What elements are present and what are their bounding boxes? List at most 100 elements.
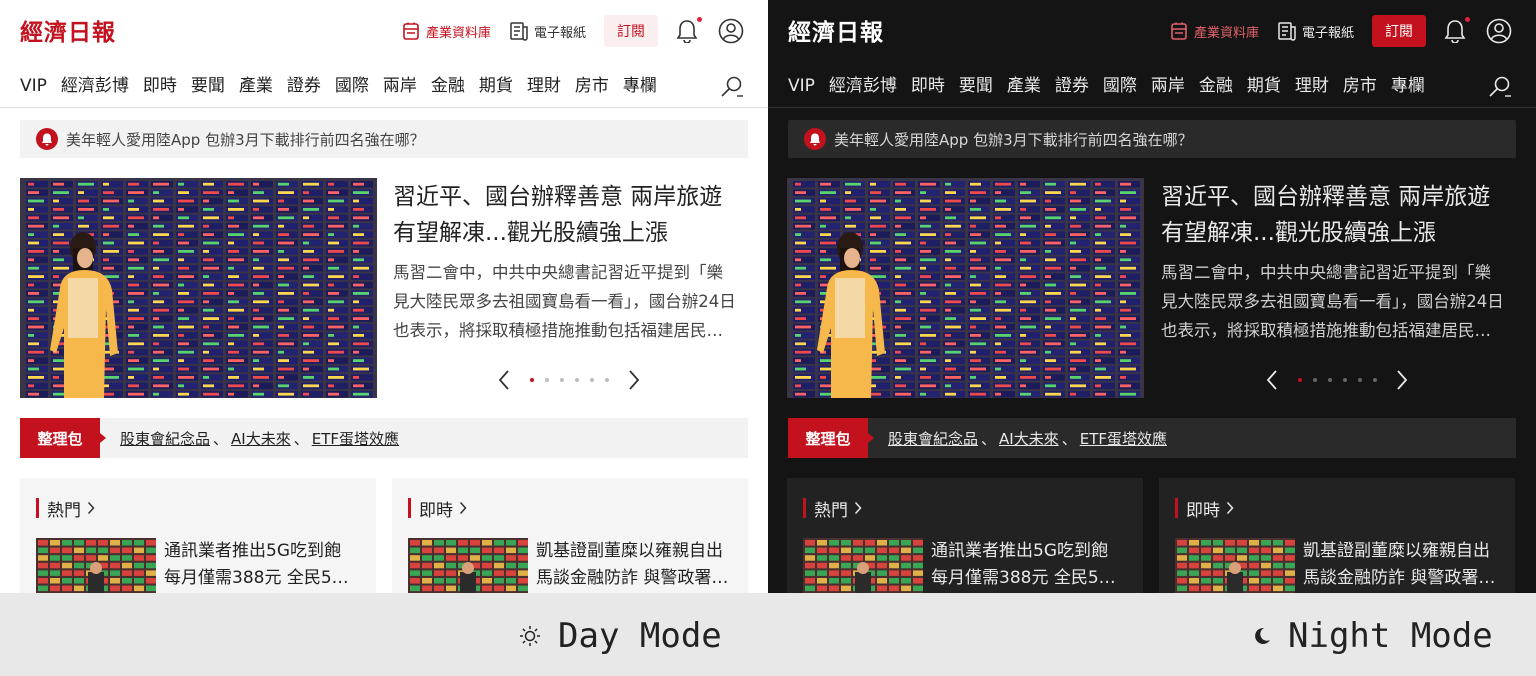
nav-item-futures[interactable]: 期貨: [479, 72, 513, 100]
night-mode-caption: Night Mode: [1252, 616, 1493, 656]
nav-item-bloomberg[interactable]: 經濟彭博: [61, 72, 129, 100]
notification-button[interactable]: [1444, 17, 1470, 43]
nav-item-real-estate[interactable]: 房市: [1343, 72, 1377, 100]
carousel-dots: [524, 378, 614, 382]
nav-item-international[interactable]: 國際: [1103, 72, 1137, 100]
carousel-prev-button[interactable]: [497, 369, 511, 391]
nav-item-cross-strait[interactable]: 兩岸: [1151, 72, 1185, 100]
package-separator: 、: [981, 429, 997, 448]
header: 經濟日報 產業資料庫 電子報紙 訂閱: [0, 0, 768, 62]
hero-image[interactable]: [20, 178, 377, 398]
nav-item-securities[interactable]: 證券: [1055, 72, 1089, 100]
industry-database-label: 產業資料庫: [425, 25, 491, 41]
carousel-dot[interactable]: [1372, 378, 1377, 382]
hero-headline[interactable]: 習近平、國台辦釋善意 兩岸旅遊有望解凍...觀光股續強上漲: [393, 179, 743, 251]
realtime-article-thumbnail[interactable]: [1175, 538, 1295, 593]
package-link-etf-effect[interactable]: ETF蛋塔效應: [312, 428, 399, 449]
nav-item-headlines[interactable]: 要聞: [191, 72, 225, 100]
nav-item-realtime[interactable]: 即時: [911, 72, 945, 100]
notification-button[interactable]: [676, 17, 702, 43]
package-separator: 、: [213, 429, 229, 448]
carousel-prev-button[interactable]: [1265, 369, 1279, 391]
nav-item-industry[interactable]: 產業: [239, 72, 273, 100]
package-link-ai-future[interactable]: AI大未來: [231, 428, 291, 449]
carousel-dot[interactable]: [589, 378, 594, 382]
carousel-dot[interactable]: [529, 378, 534, 382]
epaper-link[interactable]: 電子報紙: [509, 21, 586, 41]
nav-item-columns[interactable]: 專欄: [1391, 72, 1425, 100]
nav-item-realtime[interactable]: 即時: [143, 72, 177, 100]
nav-item-headlines[interactable]: 要聞: [959, 72, 993, 100]
breaking-news-bar[interactable]: 美年輕人愛用陸App 包辦3月下載排行前四名強在哪？: [788, 120, 1516, 158]
newspaper-icon: [1278, 22, 1296, 41]
search-button[interactable]: [720, 76, 744, 98]
package-link-ai-future[interactable]: AI大未來: [999, 428, 1059, 449]
realtime-news-card: 即時 凱基證副董糜以雍親自出馬談金融防詐 與警政署合作: [392, 478, 748, 593]
popular-section-link[interactable]: 熱門: [36, 498, 95, 521]
realtime-section-link[interactable]: 即時: [1175, 498, 1234, 521]
breaking-news-bar[interactable]: 美年輕人愛用陸App 包辦3月下載排行前四名強在哪？: [20, 120, 748, 158]
nav-item-wealth[interactable]: 理財: [1295, 72, 1329, 100]
hero-headline[interactable]: 習近平、國台辦釋善意 兩岸旅遊有望解凍...觀光股續強上漲: [1161, 179, 1511, 251]
stock-board-photo: [20, 178, 377, 398]
carousel-dot[interactable]: [1357, 378, 1362, 382]
nav-item-columns[interactable]: 專欄: [623, 72, 657, 100]
hero-image[interactable]: [787, 178, 1144, 398]
nav-item-bloomberg[interactable]: 經濟彭博: [829, 72, 897, 100]
realtime-article-title[interactable]: 凱基證副董糜以雍親自出馬談金融防詐 與警政署合作: [1303, 538, 1499, 592]
nav-items: VIP 經濟彭博 即時 要聞 產業 證券 國際 兩岸 金融 期貨 理財 房市 專…: [788, 72, 1439, 100]
carousel-dot[interactable]: [544, 378, 549, 382]
topic-package-bar: 整理包 股東會紀念品、 AI大未來、 ETF蛋塔效應: [788, 418, 1516, 458]
epaper-link[interactable]: 電子報紙: [1277, 21, 1354, 41]
carousel-dot[interactable]: [559, 378, 564, 382]
industry-database-link[interactable]: 產業資料庫: [1169, 21, 1259, 41]
carousel-next-button[interactable]: [1395, 369, 1409, 391]
chevron-right-icon: [1397, 370, 1408, 390]
package-link-shareholder-gifts[interactable]: 股東會紀念品: [120, 428, 210, 449]
carousel-dot[interactable]: [1342, 378, 1347, 382]
site-logo[interactable]: 經濟日報: [20, 12, 116, 48]
day-mode-panel: 經濟日報 產業資料庫 電子報紙 訂閱 VIP 經濟彭博 即時 要聞 產業 證券 …: [0, 0, 768, 593]
popular-article-thumbnail[interactable]: [36, 538, 156, 593]
nav-item-securities[interactable]: 證券: [287, 72, 321, 100]
realtime-article-thumbnail[interactable]: [408, 538, 528, 593]
breaking-news-text: 美年輕人愛用陸App 包辦3月下載排行前四名強在哪？: [66, 130, 425, 149]
carousel-dot[interactable]: [1297, 378, 1302, 382]
nav-item-vip[interactable]: VIP: [20, 72, 47, 100]
nav-item-finance[interactable]: 金融: [1199, 72, 1233, 100]
realtime-section-link[interactable]: 即時: [408, 498, 467, 521]
nav-item-finance[interactable]: 金融: [431, 72, 465, 100]
nav-item-vip[interactable]: VIP: [788, 72, 815, 100]
carousel-dot[interactable]: [1312, 378, 1317, 382]
realtime-article-title[interactable]: 凱基證副董糜以雍親自出馬談金融防詐 與警政署合作: [536, 538, 732, 592]
main-nav: VIP 經濟彭博 即時 要聞 產業 證券 國際 兩岸 金融 期貨 理財 房市 專…: [0, 62, 768, 108]
site-logo[interactable]: 經濟日報: [788, 12, 884, 48]
user-account-button[interactable]: [1486, 18, 1512, 44]
nav-item-futures[interactable]: 期貨: [1247, 72, 1281, 100]
subscribe-button[interactable]: 訂閱: [1372, 15, 1426, 47]
popular-article-title[interactable]: 通訊業者推出5G吃到飽 每月僅需388元 全民5G時代來臨: [931, 538, 1127, 592]
carousel-next-button[interactable]: [627, 369, 641, 391]
nav-item-international[interactable]: 國際: [335, 72, 369, 100]
carousel-dot[interactable]: [574, 378, 579, 382]
subscribe-button[interactable]: 訂閱: [604, 15, 658, 47]
carousel-dot[interactable]: [604, 378, 609, 382]
nav-item-cross-strait[interactable]: 兩岸: [383, 72, 417, 100]
user-account-button[interactable]: [718, 18, 744, 44]
search-button[interactable]: [1488, 76, 1512, 98]
nav-item-wealth[interactable]: 理財: [527, 72, 561, 100]
stock-board-photo: [787, 178, 1144, 398]
hero-carousel-controls: [497, 368, 641, 392]
realtime-section-title: 即時: [1186, 500, 1220, 521]
carousel-dot[interactable]: [1327, 378, 1332, 382]
popular-article-thumbnail[interactable]: [803, 538, 923, 593]
package-link-shareholder-gifts[interactable]: 股東會紀念品: [888, 428, 978, 449]
nav-item-real-estate[interactable]: 房市: [575, 72, 609, 100]
popular-article-title[interactable]: 通訊業者推出5G吃到飽 每月僅需388元 全民5G時代來臨: [164, 538, 360, 592]
package-link-etf-effect[interactable]: ETF蛋塔效應: [1080, 428, 1167, 449]
popular-section-link[interactable]: 熱門: [803, 498, 862, 521]
mode-caption-bar: Day Mode Night Mode: [0, 593, 1536, 676]
nav-item-industry[interactable]: 產業: [1007, 72, 1041, 100]
industry-database-link[interactable]: 產業資料庫: [401, 21, 491, 41]
chevron-right-icon: [459, 501, 467, 515]
